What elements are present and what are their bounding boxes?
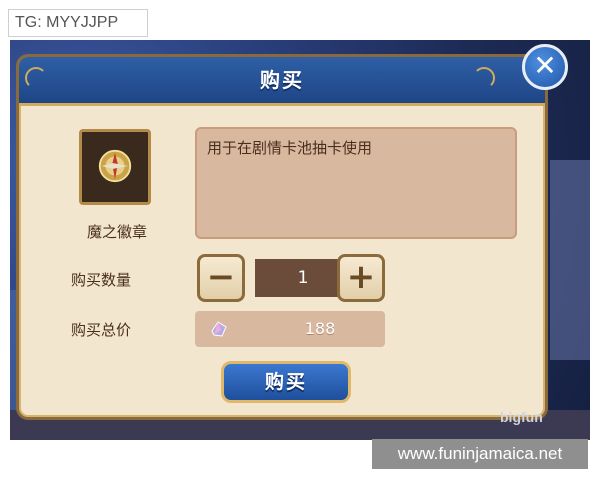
purchase-dialog: 购买 魔之徽章 用于在剧情卡池抽卡使用 购买数量 1 − + 购买总价 188 … xyxy=(16,54,548,420)
site-watermark: www.funinjamaica.net xyxy=(372,439,588,469)
close-button[interactable]: ✕ xyxy=(522,44,568,90)
bigfun-logo: bigfun xyxy=(500,409,543,425)
badge-icon xyxy=(98,149,132,183)
crystal-gem-icon xyxy=(211,321,227,337)
price-box: 188 xyxy=(195,311,385,347)
buy-button[interactable]: 购买 xyxy=(221,361,351,403)
dialog-title: 购买 xyxy=(260,68,304,92)
item-description: 用于在剧情卡池抽卡使用 xyxy=(195,127,517,239)
decrease-quantity-button[interactable]: − xyxy=(197,254,245,302)
increase-quantity-button[interactable]: + xyxy=(337,254,385,302)
price-label: 购买总价 xyxy=(71,321,132,339)
item-name: 魔之徽章 xyxy=(86,223,147,241)
item-icon-frame xyxy=(79,129,151,205)
background-shape xyxy=(550,160,590,360)
tg-overlay-label: TG: MYYJJPP xyxy=(8,9,148,37)
dialog-header: 购买 xyxy=(19,57,545,106)
price-value: 188 xyxy=(304,319,336,338)
quantity-label: 购买数量 xyxy=(71,271,132,289)
